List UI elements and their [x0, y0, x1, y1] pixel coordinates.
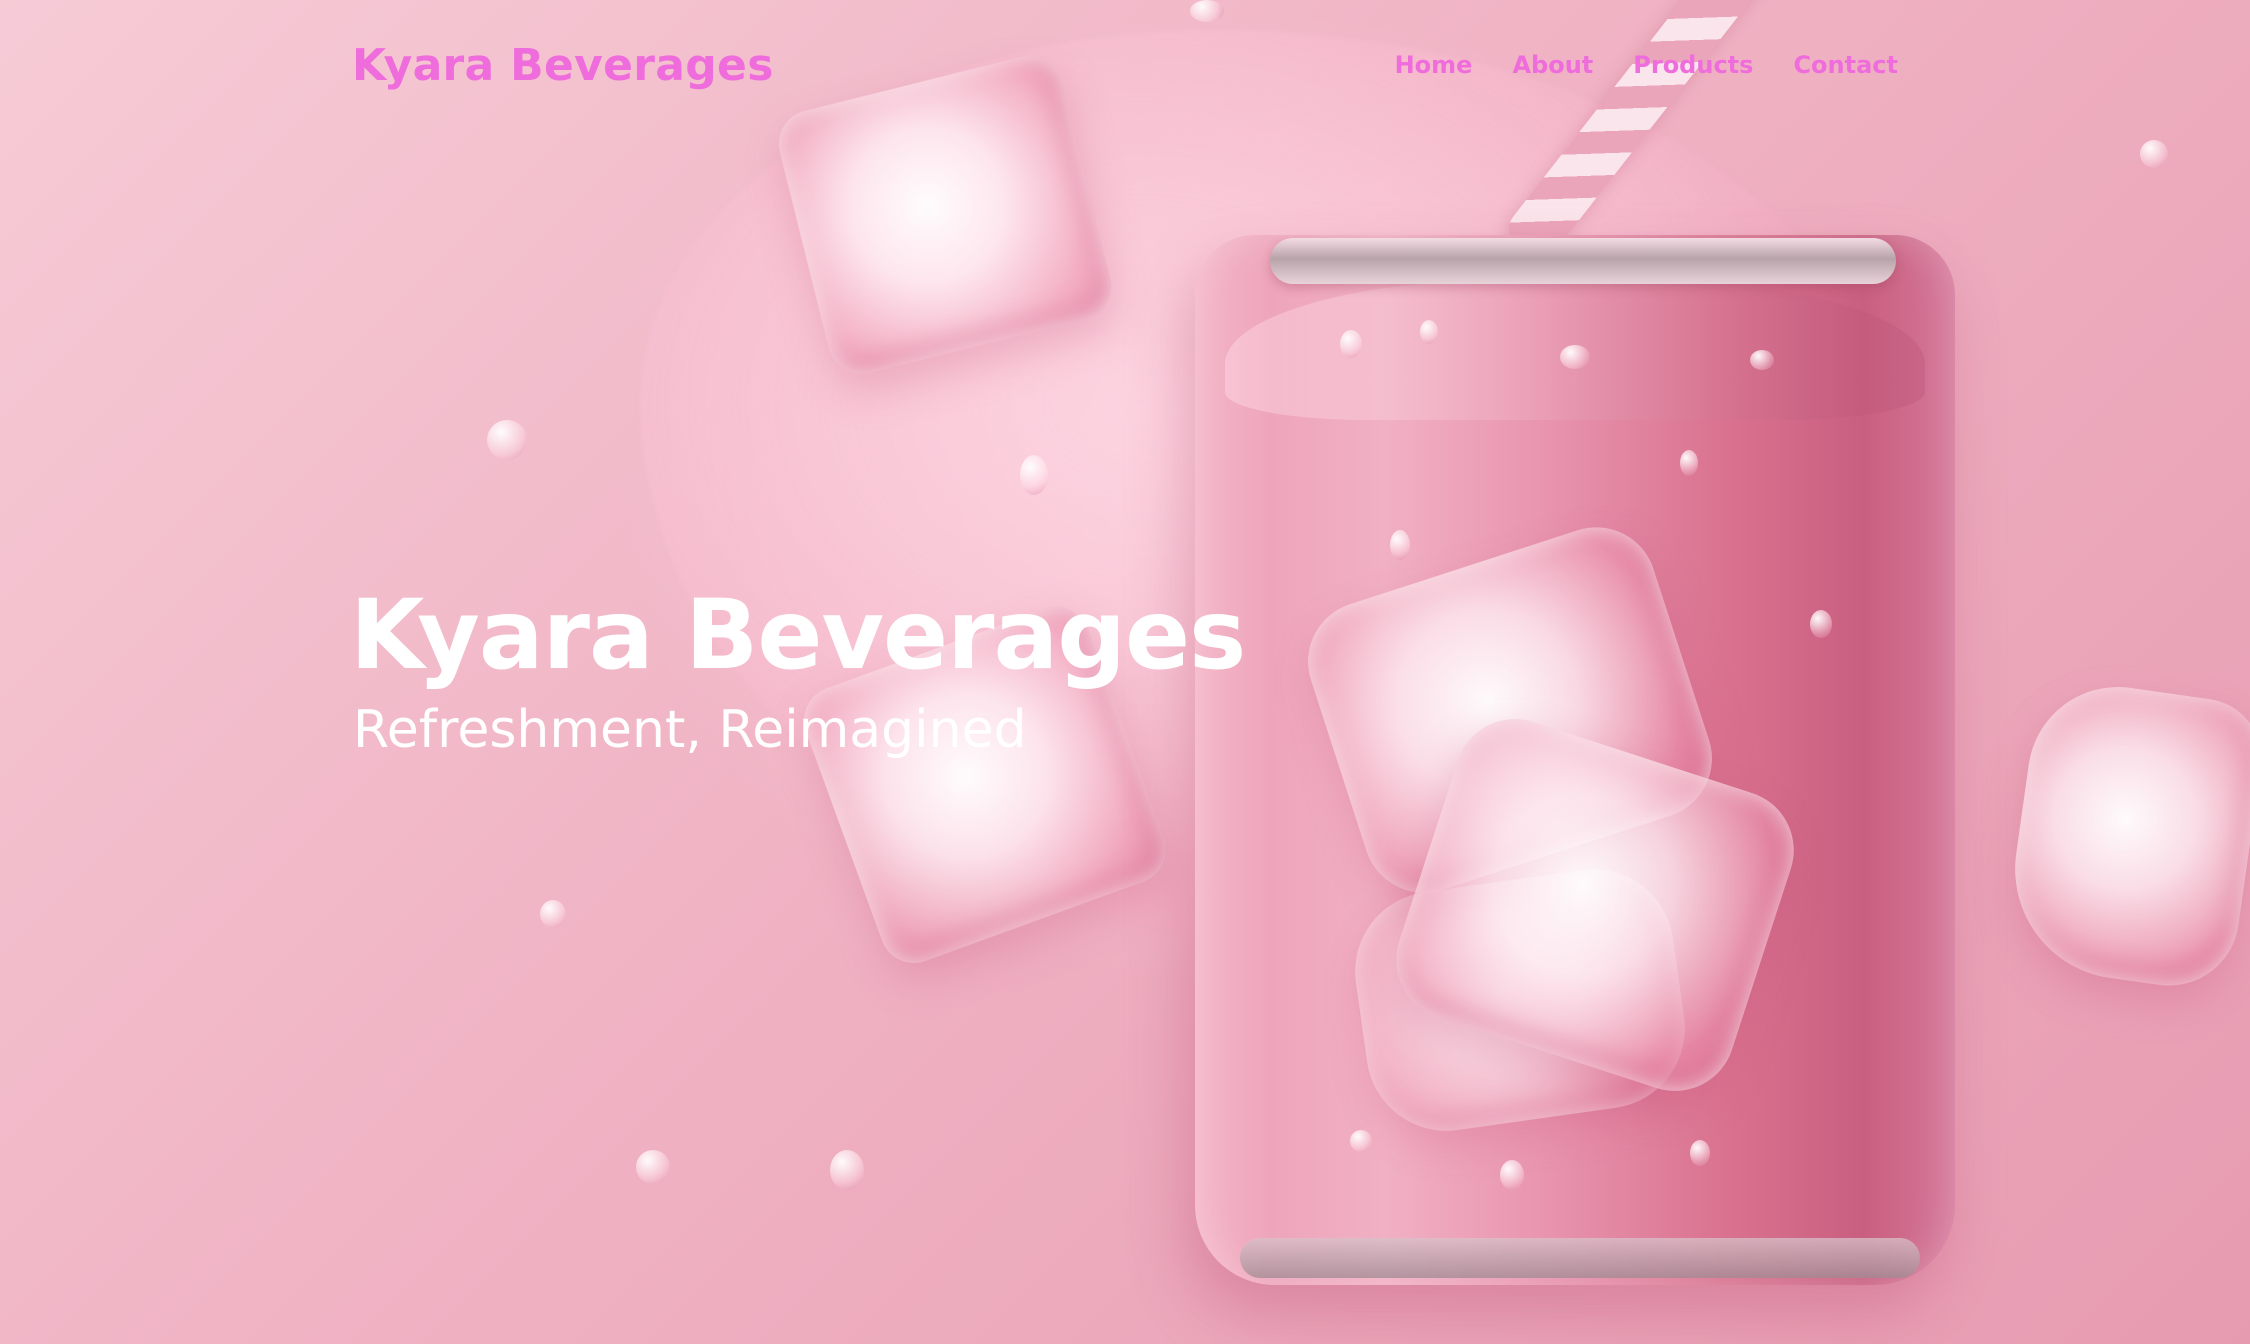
nav-link-home[interactable]: Home	[1395, 51, 1473, 79]
water-droplet	[1810, 610, 1832, 638]
nav-item-about: About	[1512, 51, 1593, 79]
water-droplet	[1390, 530, 1410, 560]
nav-link-products[interactable]: Products	[1633, 51, 1753, 79]
water-droplet	[636, 1150, 670, 1184]
nav-item-contact: Contact	[1793, 51, 1898, 79]
water-droplet	[830, 1150, 864, 1190]
ice-cube	[2000, 675, 2250, 995]
hero-subtitle: Refreshment, Reimagined	[353, 700, 1027, 760]
water-droplet	[1750, 350, 1774, 370]
water-droplet	[1680, 450, 1698, 476]
top-navbar: Kyara Beverages Home About Products Cont…	[352, 30, 1898, 100]
brand-logo-link[interactable]: Kyara Beverages	[352, 40, 774, 91]
nav-item-products: Products	[1633, 51, 1753, 79]
water-droplet	[540, 900, 566, 928]
water-droplet	[1350, 1130, 1372, 1152]
hero-title: Kyara Beverages	[350, 579, 1246, 691]
water-droplet	[1420, 320, 1438, 344]
soda-can-bottom	[1240, 1238, 1920, 1278]
nav-link-about[interactable]: About	[1512, 51, 1593, 79]
water-droplet	[1560, 345, 1590, 369]
nav-links: Home About Products Contact	[1395, 51, 1898, 79]
water-droplet	[2140, 140, 2168, 168]
hero-section: Kyara Beverages Refreshment, Reimagined	[350, 575, 1246, 765]
water-droplet	[1190, 0, 1224, 22]
nav-item-home: Home	[1395, 51, 1473, 79]
water-droplet	[1500, 1160, 1524, 1190]
water-droplet	[1690, 1140, 1710, 1166]
soda-can-rim	[1270, 238, 1896, 284]
water-droplet	[487, 420, 527, 460]
water-droplet	[1020, 455, 1048, 495]
nav-link-contact[interactable]: Contact	[1793, 51, 1898, 79]
water-droplet	[1340, 330, 1362, 358]
